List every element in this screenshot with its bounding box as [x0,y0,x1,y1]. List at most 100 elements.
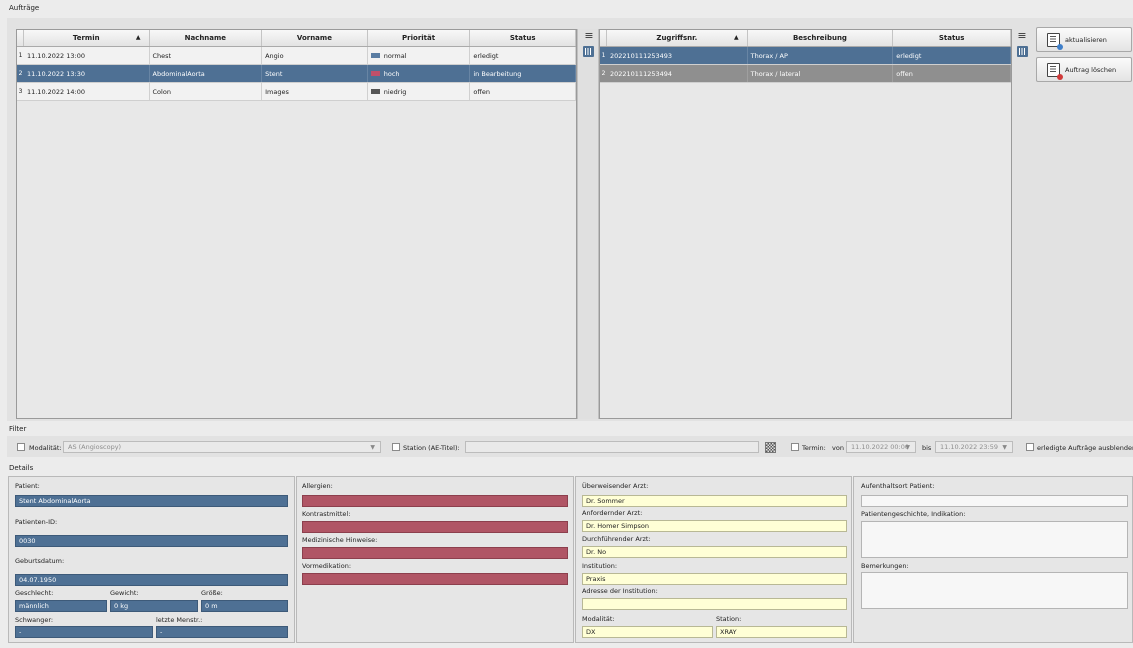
weight-label: Gewicht: [110,589,139,597]
contrast-agent-label: Kontrastmittel: [302,510,351,518]
requesting-physician-label: Anfordernder Arzt: [582,509,643,517]
birth-date-field[interactable]: 04.07.1950 [15,574,288,586]
table-row[interactable]: 3 11.10.2022 14:00 Colon Images niedrig … [17,83,576,101]
row-number: 1 [601,52,606,59]
cell-prioritaet: normal [368,47,471,64]
to-label: bis [922,444,932,452]
cell-prioritaet: niedrig [368,83,471,100]
row-number: 2 [601,70,606,77]
to-date-picker[interactable]: 11.10.2022 23:59 ▼ [935,441,1013,453]
patient-location-label: Aufenthaltsort Patient: [861,482,935,490]
delete-order-button[interactable]: Auftrag löschen [1036,57,1132,82]
referring-physician-label: Überweisender Arzt: [582,482,649,490]
referring-physician-field[interactable]: Dr. Sommer [582,495,847,507]
modality-filter-select[interactable]: AS (Angioscopy) ▼ [63,441,381,453]
cell-termin: 11.10.2022 13:00 [24,47,150,64]
modality-filter-checkbox[interactable] [17,443,25,451]
patient-location-field[interactable] [861,495,1128,507]
cell-vorname: Images [262,83,368,100]
remarks-field[interactable] [861,572,1128,609]
institution-field[interactable]: Praxis [582,573,847,585]
delete-button-label: Auftrag löschen [1065,65,1117,74]
cell-vorname: Stent [262,65,368,82]
col-header-zugriffsnr[interactable]: Zugriffsnr. ▲ [607,30,748,46]
weight-field[interactable]: 0 kg [110,600,198,612]
cell-zugriffsnr: 202210111253493 [607,47,748,64]
institution-address-label: Adresse der Institution: [582,587,658,595]
allergies-field[interactable] [302,495,568,507]
col-header-status[interactable]: Status [470,30,576,46]
hide-done-checkbox[interactable] [1026,443,1034,451]
medical-notes-field[interactable] [302,547,568,559]
cell-prioritaet: hoch [368,65,471,82]
sort-asc-icon: ▲ [734,34,739,41]
height-field[interactable]: 0 m [201,600,288,612]
row-number: 2 [18,70,23,77]
col-header-prioritaet[interactable]: Priorität [368,30,471,46]
cell-vorname: Angio [262,47,368,64]
table-row[interactable]: 1 11.10.2022 13:00 Chest Angio normal er… [17,47,576,65]
termin-filter-label: Termin: [802,444,826,452]
remarks-label: Bemerkungen: [861,562,909,570]
last-menstruation-label: letzte Menstr.: [156,616,203,624]
qr-code-icon[interactable] [765,442,776,453]
priority-high-icon [370,71,380,76]
from-date-picker[interactable]: 11.10.2022 00:00 ▼ [846,441,916,453]
col-header-vorname[interactable]: Vorname [262,30,368,46]
orders-table[interactable]: Termin ▲ Nachname Vorname Priorität Statu… [16,29,577,419]
chevron-down-icon: ▼ [1002,444,1007,451]
col-header-status[interactable]: Status [893,30,1011,46]
premedication-field[interactable] [302,573,568,585]
patient-id-label: Patienten-ID: [15,518,58,526]
refresh-button-label: aktualisieren [1065,35,1107,44]
access-table[interactable]: Zugriffsnr. ▲ Beschreibung Status 1 20221… [599,29,1012,419]
modality-field[interactable]: DX [582,626,713,638]
access-table-header: Zugriffsnr. ▲ Beschreibung Status [600,30,1011,47]
cell-status: offen [470,83,576,100]
premedication-label: Vormedikation: [302,562,352,570]
patient-name-field[interactable]: Stent AbdominalAorta [15,495,288,507]
col-header-beschreibung[interactable]: Beschreibung [748,30,894,46]
termin-filter-checkbox[interactable] [791,443,799,451]
sex-field[interactable]: männlich [15,600,107,612]
pregnant-field[interactable]: - [15,626,153,638]
station-filter-label: Station (AE-Titel): [403,444,460,452]
contrast-agent-field[interactable] [302,521,568,533]
delete-document-icon [1047,62,1063,80]
filter-section-title: Filter [9,425,27,433]
table-row[interactable]: 1 202210111253493 Thorax / AP erledigt [600,47,1011,65]
institution-label: Institution: [582,562,618,570]
patient-id-field[interactable]: 0030 [15,535,288,547]
refresh-document-icon [1047,32,1063,50]
cell-nachname: Colon [150,83,263,100]
orders-column-strip [577,29,599,419]
hide-done-label: erledigte Aufträge ausblenden [1037,444,1133,452]
col-header-termin[interactable]: Termin ▲ [24,30,150,46]
col-header-nachname[interactable]: Nachname [150,30,263,46]
performing-physician-label: Durchführender Arzt: [582,535,651,543]
requesting-physician-field[interactable]: Dr. Homer Simpson [582,520,847,532]
station-filter-checkbox[interactable] [392,443,400,451]
chevron-down-icon: ▼ [370,444,375,451]
row-number: 1 [18,52,23,59]
patient-history-label: Patientengeschichte, Indikation: [861,510,966,518]
station-field[interactable]: XRAY [716,626,847,638]
patient-history-field[interactable] [861,521,1128,558]
pregnant-label: Schwanger: [15,616,54,624]
column-chooser-icon[interactable] [1017,46,1028,57]
performing-physician-field[interactable]: Dr. No [582,546,847,558]
menu-icon[interactable]: ≡ [1017,30,1027,41]
last-menstruation-field[interactable]: - [156,626,288,638]
orders-table-header: Termin ▲ Nachname Vorname Priorität Statu… [17,30,576,47]
station-filter-input[interactable] [465,441,759,453]
institution-address-field[interactable] [582,598,847,610]
column-chooser-icon[interactable] [583,46,594,57]
row-number: 3 [18,88,23,95]
table-row[interactable]: 2 11.10.2022 13:30 AbdominalAorta Stent … [17,65,576,83]
orders-section-title: Aufträge [9,4,40,12]
refresh-button[interactable]: aktualisieren [1036,27,1132,52]
menu-icon[interactable]: ≡ [584,30,594,41]
priority-low-icon [370,89,380,94]
table-row[interactable]: 2 202210111253494 Thorax / lateral offen [600,65,1011,83]
cell-nachname: AbdominalAorta [150,65,263,82]
